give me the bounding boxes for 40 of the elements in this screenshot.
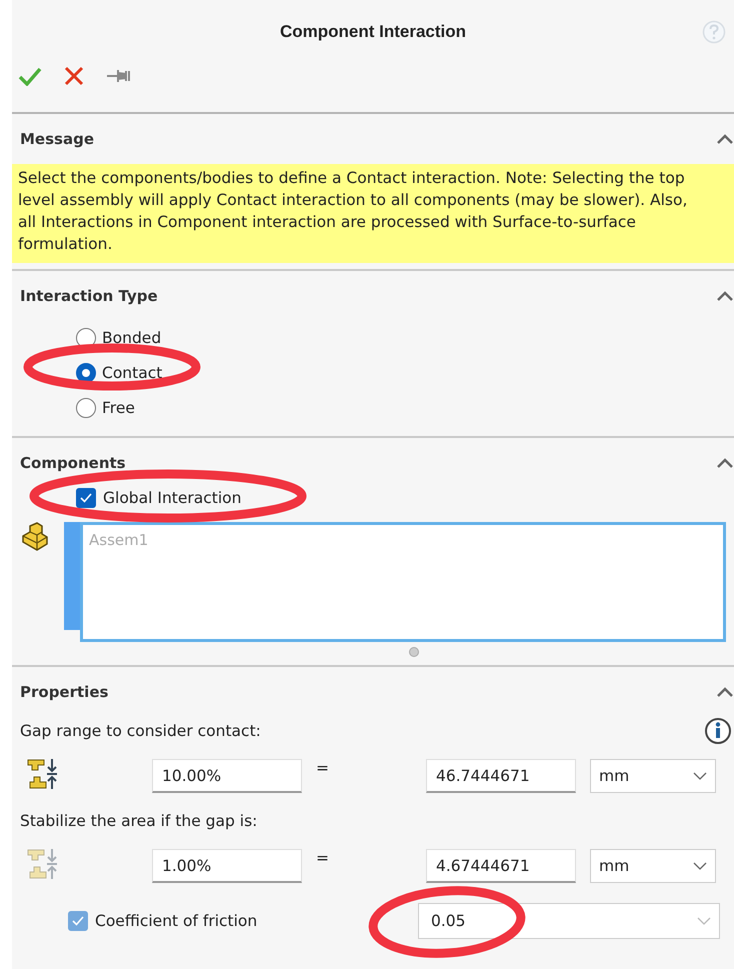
checkmark-icon — [80, 493, 92, 503]
radio-button[interactable] — [76, 362, 96, 382]
checkbox-label[interactable]: Global Interaction — [103, 489, 242, 507]
caret-icon — [697, 917, 711, 925]
ok-icon[interactable] — [18, 66, 42, 86]
collapse-icon[interactable] — [716, 686, 734, 698]
section-title: Message — [20, 130, 94, 148]
checkbox[interactable] — [76, 488, 96, 508]
radio-label[interactable]: Bonded — [102, 328, 162, 346]
unit-dropdown[interactable]: mm — [590, 759, 716, 793]
input-field[interactable]: 10.00% — [152, 759, 302, 793]
collapse-icon[interactable] — [716, 290, 734, 302]
radio-button[interactable] — [76, 398, 96, 418]
input-field[interactable]: 46.7444671 — [426, 759, 576, 793]
caret-icon — [693, 862, 707, 870]
field-label: Gap range to consider contact: — [20, 722, 261, 740]
message-text: Select the components/bodies to define a Contact interaction. Note: Selecting the top level assembly will apply Contact interaction to all components (may be slower). Also, all Interactions in Component interaction are processed with Surface-to-surface formulation. — [12, 164, 734, 263]
radio-label[interactable]: Contact — [102, 364, 162, 382]
info-icon[interactable] — [704, 717, 732, 745]
resize-handle[interactable] — [409, 647, 419, 657]
window-title: Component Interaction — [278, 21, 468, 43]
gap-icon — [26, 757, 60, 791]
section-title: Components — [20, 454, 126, 472]
part-icon — [20, 522, 50, 552]
radio-label[interactable]: Free — [102, 398, 135, 416]
collapse-icon[interactable] — [716, 133, 734, 145]
section-title: Interaction Type — [20, 287, 158, 305]
checkbox[interactable] — [68, 911, 88, 931]
equals-sign: = — [315, 849, 330, 867]
field-label: Stabilize the area if the gap is: — [20, 812, 258, 830]
gap-icon — [26, 847, 60, 881]
section-title: Properties — [20, 683, 108, 701]
friction-dropdown[interactable]: 0.05 — [418, 903, 720, 939]
pin-icon[interactable] — [106, 68, 132, 84]
equals-sign: = — [315, 759, 330, 777]
caret-icon — [693, 772, 707, 780]
collapse-icon[interactable] — [716, 457, 734, 469]
checkbox-label[interactable]: Coefficient of friction — [95, 912, 258, 930]
checkmark-icon — [72, 916, 84, 926]
close-icon[interactable] — [64, 66, 84, 86]
